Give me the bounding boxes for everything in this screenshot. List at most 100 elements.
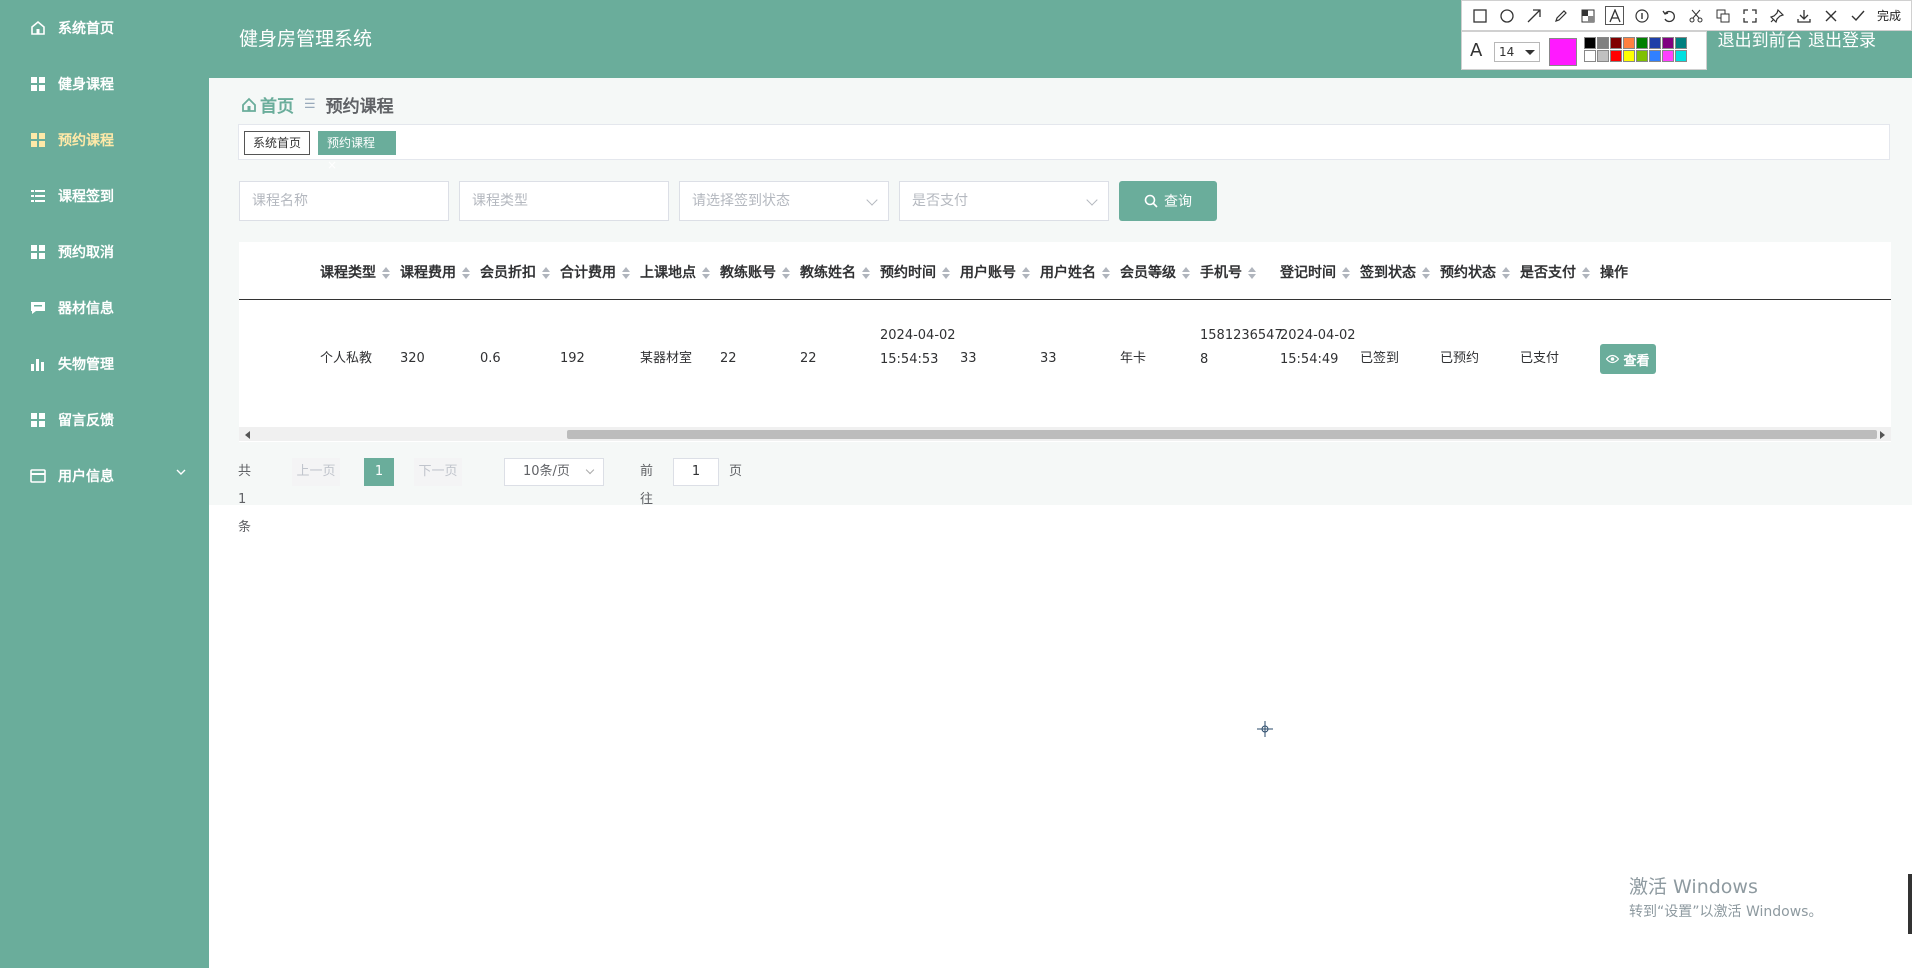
paid-select[interactable]: 是否支付 — [899, 181, 1109, 221]
query-label: 查询 — [1164, 194, 1192, 210]
number-marker-icon[interactable] — [1632, 6, 1651, 25]
color-swatch[interactable] — [1623, 37, 1635, 49]
color-swatch[interactable] — [1675, 50, 1687, 62]
tag-home[interactable]: 系统首页 — [244, 131, 310, 155]
color-swatch[interactable] — [1649, 37, 1661, 49]
cell-location: 某器材室 — [640, 351, 693, 366]
sidebar-item-cancel[interactable]: 预约取消 — [0, 224, 209, 280]
sort-icon[interactable] — [1102, 266, 1110, 280]
col-header[interactable]: 合计费用 — [560, 262, 630, 282]
check-icon[interactable] — [1848, 6, 1867, 25]
col-header[interactable]: 用户姓名 — [1040, 262, 1110, 282]
pen-icon[interactable] — [1551, 6, 1570, 25]
grid-icon — [30, 132, 46, 148]
goto-page-input[interactable]: 1 — [673, 458, 719, 486]
col-header[interactable]: 手机号 — [1200, 262, 1256, 282]
course-type-input[interactable]: 课程类型 — [459, 181, 669, 221]
pin-icon[interactable] — [1767, 6, 1786, 25]
sidebar-item-booking[interactable]: 预约课程 — [0, 112, 209, 168]
course-name-input[interactable]: 课程名称 — [239, 181, 449, 221]
col-header[interactable]: 会员等级 — [1120, 262, 1190, 282]
col-header[interactable]: 签到状态 — [1360, 262, 1430, 282]
color-swatch[interactable] — [1623, 50, 1635, 62]
fullscreen-icon[interactable] — [1740, 6, 1759, 25]
search-icon — [1144, 194, 1158, 208]
col-header[interactable]: 上课地点 — [640, 262, 710, 282]
color-swatch[interactable] — [1584, 50, 1596, 62]
sort-icon[interactable] — [462, 266, 470, 280]
current-color-swatch[interactable] — [1549, 38, 1577, 66]
col-header[interactable]: 预约状态 — [1440, 262, 1510, 282]
page-size-select[interactable]: 10条/页 — [504, 458, 604, 486]
col-header[interactable]: 预约时间 — [880, 262, 950, 282]
sort-icon[interactable] — [1422, 266, 1430, 280]
color-swatch[interactable] — [1662, 50, 1674, 62]
horizontal-scrollbar[interactable] — [239, 427, 1891, 441]
sort-icon[interactable] — [862, 266, 870, 280]
color-swatch[interactable] — [1610, 37, 1622, 49]
snip-done-label[interactable]: 完成 — [1877, 7, 1901, 24]
color-swatch[interactable] — [1597, 50, 1609, 62]
sort-icon[interactable] — [1248, 266, 1256, 280]
rectangle-icon[interactable] — [1470, 6, 1489, 25]
font-size-select[interactable]: 14 — [1494, 42, 1540, 62]
sort-icon[interactable] — [782, 266, 790, 280]
query-button[interactable]: 查询 — [1119, 181, 1217, 221]
col-header[interactable]: 课程类型 — [320, 262, 390, 282]
mosaic-icon[interactable] — [1578, 6, 1597, 25]
col-header[interactable]: 教练姓名 — [800, 262, 870, 282]
scissors-icon[interactable] — [1686, 6, 1705, 25]
scroll-right-icon[interactable] — [1880, 431, 1885, 439]
sidebar-item-checkin[interactable]: 课程签到 — [0, 168, 209, 224]
breadcrumb-home[interactable]: 首页 — [241, 92, 294, 117]
sort-icon[interactable] — [1022, 266, 1030, 280]
color-swatch[interactable] — [1662, 37, 1674, 49]
close-icon[interactable] — [1821, 6, 1840, 25]
text-tool-icon[interactable] — [1605, 6, 1624, 25]
view-button[interactable]: 查看 — [1600, 344, 1656, 374]
sort-icon[interactable] — [622, 266, 630, 280]
color-swatch[interactable] — [1584, 37, 1596, 49]
booking-table: 课程类型 课程费用 会员折扣 合计费用 上课地点 教练账号 教练姓名 预约时间 … — [239, 242, 1891, 442]
arrow-icon[interactable] — [1524, 6, 1543, 25]
sort-icon[interactable] — [382, 266, 390, 280]
sort-icon[interactable] — [1502, 266, 1510, 280]
page-number[interactable]: 1 — [364, 458, 394, 486]
checkin-status-select[interactable]: 请选择签到状态 — [679, 181, 889, 221]
col-header[interactable]: 是否支付 — [1520, 262, 1590, 282]
color-swatch[interactable] — [1636, 50, 1648, 62]
sort-icon[interactable] — [942, 266, 950, 280]
prev-page-button[interactable]: 上一页 — [292, 458, 340, 486]
cell-register-time: 2024-04-02 15:54:49 — [1280, 324, 1356, 372]
undo-icon[interactable] — [1659, 6, 1678, 25]
color-swatch[interactable] — [1675, 37, 1687, 49]
sidebar-item-user-info[interactable]: 用户信息 — [0, 448, 209, 504]
scrollbar-thumb[interactable] — [567, 430, 1877, 439]
sidebar-item-lost-found[interactable]: 失物管理 — [0, 336, 209, 392]
color-swatch[interactable] — [1636, 37, 1648, 49]
ellipse-icon[interactable] — [1497, 6, 1516, 25]
col-header[interactable]: 会员折扣 — [480, 262, 550, 282]
color-swatch[interactable] — [1649, 50, 1661, 62]
sort-icon[interactable] — [1342, 266, 1350, 280]
next-page-button[interactable]: 下一页 — [414, 458, 462, 486]
download-icon[interactable] — [1794, 6, 1813, 25]
sidebar-item-equipment[interactable]: 器材信息 — [0, 280, 209, 336]
scroll-left-icon[interactable] — [245, 431, 250, 439]
sort-icon[interactable] — [702, 266, 710, 280]
color-swatch[interactable] — [1610, 50, 1622, 62]
sort-icon[interactable] — [1582, 266, 1590, 280]
col-header[interactable]: 教练账号 — [720, 262, 790, 282]
sort-icon[interactable] — [542, 266, 550, 280]
col-header[interactable]: 登记时间 — [1280, 262, 1350, 282]
sidebar-item-feedback[interactable]: 留言反馈 — [0, 392, 209, 448]
breadcrumb-separator-icon: ☰ — [304, 97, 316, 112]
sidebar-item-fitness-courses[interactable]: 健身课程 — [0, 56, 209, 112]
sort-icon[interactable] — [1182, 266, 1190, 280]
tag-booking[interactable]: 预约课程 × — [318, 131, 396, 172]
col-header[interactable]: 用户账号 — [960, 262, 1030, 282]
copy-icon[interactable] — [1713, 6, 1732, 25]
sidebar-item-home[interactable]: 系统首页 — [0, 0, 209, 56]
col-header[interactable]: 课程费用 — [400, 262, 470, 282]
color-swatch[interactable] — [1597, 37, 1609, 49]
